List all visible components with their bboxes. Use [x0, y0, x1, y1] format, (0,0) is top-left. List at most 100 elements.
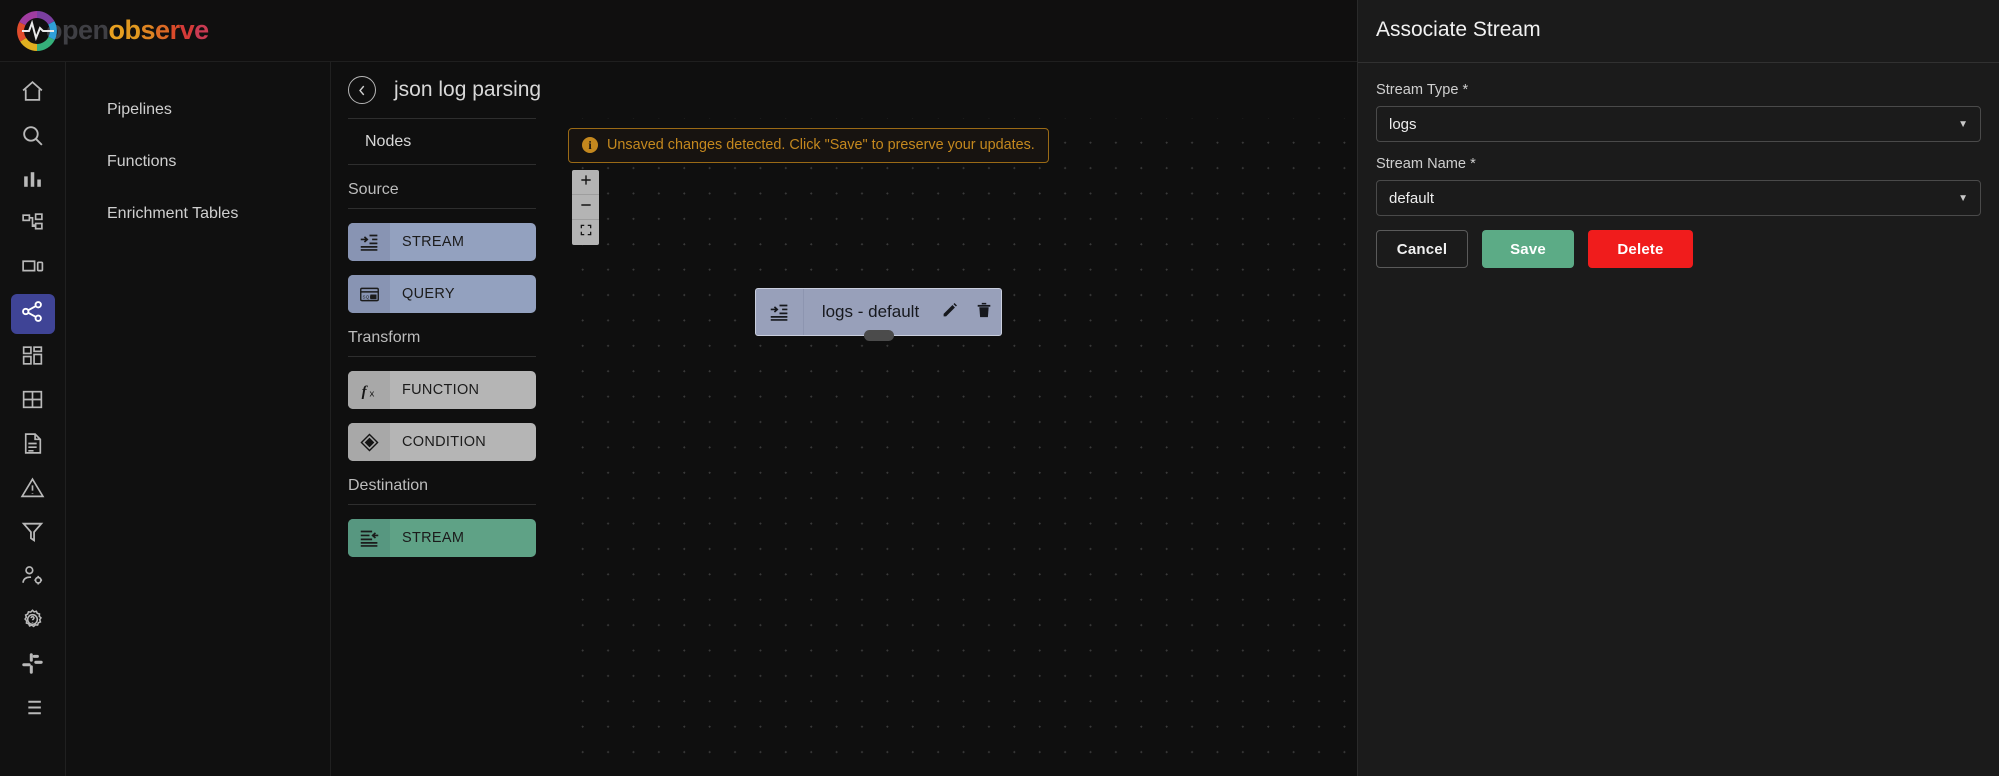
delete-button[interactable]: Delete — [1588, 230, 1693, 268]
openobserve-logo-icon — [16, 10, 58, 52]
zoom-controls — [572, 170, 599, 245]
unsaved-changes-banner: i Unsaved changes detected. Click "Save"… — [568, 128, 1049, 163]
trash-icon — [975, 301, 993, 324]
fit-view-icon — [579, 223, 593, 242]
fx-icon: fx — [348, 371, 390, 409]
node-button-condition[interactable]: CONDITION — [348, 423, 536, 461]
gear-help-icon — [20, 607, 45, 637]
funnel-icon — [20, 519, 45, 549]
svg-text:SQL: SQL — [362, 294, 372, 299]
stream-name-label: Stream Name * — [1376, 156, 1476, 172]
panel-title: Associate Stream — [1376, 18, 1541, 41]
chevron-left-icon[interactable] — [348, 76, 376, 104]
logo-wordmark: openobserve — [46, 15, 209, 46]
rail-item-management[interactable] — [11, 602, 55, 642]
icon-rail — [0, 62, 66, 776]
secondary-nav: Pipelines Functions Enrichment Tables — [66, 62, 331, 776]
rail-item-iam[interactable] — [11, 558, 55, 598]
group-label-destination: Destination — [348, 477, 429, 494]
unsaved-changes-text: Unsaved changes detected. Click "Save" t… — [607, 137, 1035, 153]
stream-type-label: Stream Type * — [1376, 82, 1469, 98]
rail-item-rum[interactable] — [11, 250, 55, 290]
alerts-icon — [20, 475, 45, 505]
stream-name-select[interactable]: default ▼ — [1376, 180, 1981, 216]
stream-in-icon — [348, 223, 390, 261]
streams-icon — [20, 387, 45, 417]
sidebar-item-pipelines[interactable]: Pipelines — [66, 84, 330, 136]
dashboards-icon — [20, 343, 45, 373]
list-icon — [20, 695, 45, 725]
edit-node-button[interactable] — [933, 301, 967, 324]
rail-item-streams[interactable] — [11, 382, 55, 422]
diamond-icon — [348, 423, 390, 461]
chevron-down-icon: ▼ — [1958, 192, 1968, 204]
svg-text:f: f — [361, 383, 368, 399]
rail-item-reports[interactable] — [11, 426, 55, 466]
search-icon — [20, 123, 45, 153]
divider — [348, 356, 536, 357]
cancel-button[interactable]: Cancel — [1376, 230, 1468, 268]
svg-text:x: x — [369, 388, 374, 399]
rail-item-about[interactable] — [11, 690, 55, 730]
rail-item-logs[interactable] — [11, 118, 55, 158]
sidebar-item-label: Pipelines — [107, 101, 172, 118]
node-button-label: CONDITION — [402, 434, 487, 450]
sql-query-icon: SQL — [348, 275, 390, 313]
info-icon: i — [582, 137, 598, 153]
slack-icon — [20, 651, 45, 681]
stream-type-value: logs — [1389, 115, 1417, 133]
rail-item-alerts[interactable] — [11, 470, 55, 510]
rail-item-home[interactable] — [11, 74, 55, 114]
sidebar-item-label: Enrichment Tables — [107, 205, 239, 222]
rail-item-pipelines[interactable] — [10, 294, 55, 334]
user-settings-icon — [20, 563, 45, 593]
sidebar-item-enrichment-tables[interactable]: Enrichment Tables — [66, 188, 330, 240]
zoom-out-button[interactable] — [572, 195, 599, 220]
save-button[interactable]: Save — [1482, 230, 1574, 268]
node-button-function[interactable]: fx FUNCTION — [348, 371, 536, 409]
divider — [348, 208, 536, 209]
zoom-in-button[interactable] — [572, 170, 599, 195]
logo-observe-text: observe — [108, 15, 210, 45]
stream-name-value: default — [1389, 189, 1435, 207]
rail-item-data-sources[interactable] — [11, 514, 55, 554]
node-button-label: QUERY — [402, 286, 455, 302]
stream-type-select[interactable]: logs ▼ — [1376, 106, 1981, 142]
plus-icon — [579, 173, 593, 192]
flow-canvas[interactable]: i Unsaved changes detected. Click "Save"… — [563, 118, 1357, 776]
group-label-source: Source — [348, 181, 399, 198]
flow-node-stream[interactable]: logs - default — [755, 288, 1002, 341]
flow-node-label: logs - default — [821, 302, 920, 321]
reports-icon — [20, 431, 45, 461]
panel-body: Stream Type * logs ▼ Stream Name * defau… — [1358, 63, 1999, 268]
stream-out-icon — [348, 519, 390, 557]
rail-item-traces[interactable] — [11, 206, 55, 246]
node-button-source-stream[interactable]: STREAM — [348, 223, 536, 261]
traces-icon — [20, 211, 45, 241]
node-button-destination-stream[interactable]: STREAM — [348, 519, 536, 557]
group-label-transform: Transform — [348, 329, 421, 346]
delete-node-button[interactable] — [967, 301, 1001, 324]
node-button-label: FUNCTION — [402, 382, 480, 398]
rail-item-dashboards[interactable] — [11, 338, 55, 378]
node-button-label: STREAM — [402, 530, 465, 546]
editor-header: json log parsing — [331, 62, 1357, 118]
editor-body: Nodes Source STREAM SQL QUERY Transform — [331, 118, 1357, 776]
app-logo[interactable]: openobserve — [16, 10, 209, 52]
node-button-source-query[interactable]: SQL QUERY — [348, 275, 536, 313]
rail-item-slack[interactable] — [11, 646, 55, 686]
panel-actions: Cancel Save Delete — [1376, 230, 1981, 268]
pipelines-icon — [20, 299, 45, 329]
fit-view-button[interactable] — [572, 220, 599, 245]
bar-chart-icon — [20, 167, 45, 197]
chevron-down-icon: ▼ — [1958, 118, 1968, 130]
sidebar-item-functions[interactable]: Functions — [66, 136, 330, 188]
associate-stream-panel: Associate Stream Stream Type * logs ▼ St… — [1357, 0, 1999, 776]
page-title: json log parsing — [394, 78, 542, 101]
rum-icon — [20, 255, 45, 285]
rail-item-metrics[interactable] — [11, 162, 55, 202]
nodes-panel-title: Nodes — [365, 133, 412, 150]
divider — [348, 504, 536, 505]
pencil-icon — [941, 301, 959, 324]
node-drag-handle[interactable] — [863, 330, 894, 341]
